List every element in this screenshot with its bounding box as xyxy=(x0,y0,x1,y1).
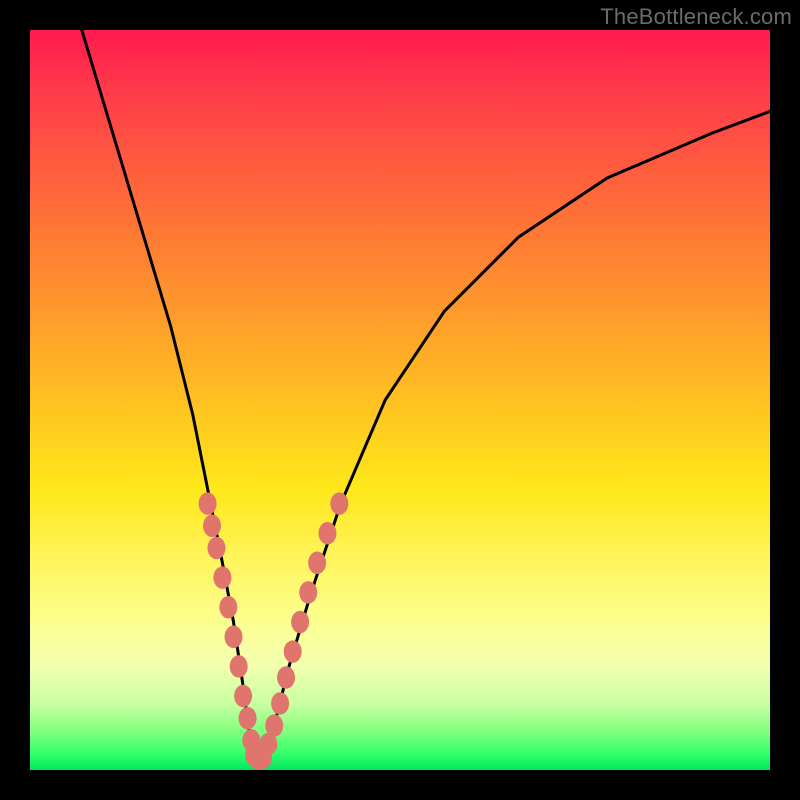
data-marker xyxy=(265,714,283,737)
curve-svg xyxy=(30,30,770,770)
data-marker xyxy=(199,492,217,514)
data-marker xyxy=(291,611,309,634)
data-marker xyxy=(203,515,221,538)
data-marker xyxy=(308,552,326,575)
plot-area xyxy=(30,30,770,770)
data-marker xyxy=(277,666,295,689)
bottleneck-curve xyxy=(82,30,770,759)
data-marker xyxy=(284,640,302,663)
data-marker xyxy=(318,522,336,545)
data-marker xyxy=(219,596,237,619)
data-marker xyxy=(330,492,348,514)
data-marker xyxy=(225,626,243,649)
data-marker xyxy=(234,685,252,708)
watermark-text: TheBottleneck.com xyxy=(600,4,792,30)
data-marker xyxy=(271,692,289,715)
data-marker xyxy=(239,707,257,730)
curve-markers xyxy=(199,492,349,770)
data-marker xyxy=(207,537,225,560)
data-marker xyxy=(213,566,231,589)
chart-frame: TheBottleneck.com xyxy=(0,0,800,800)
data-marker xyxy=(230,655,248,678)
data-marker xyxy=(299,581,317,604)
